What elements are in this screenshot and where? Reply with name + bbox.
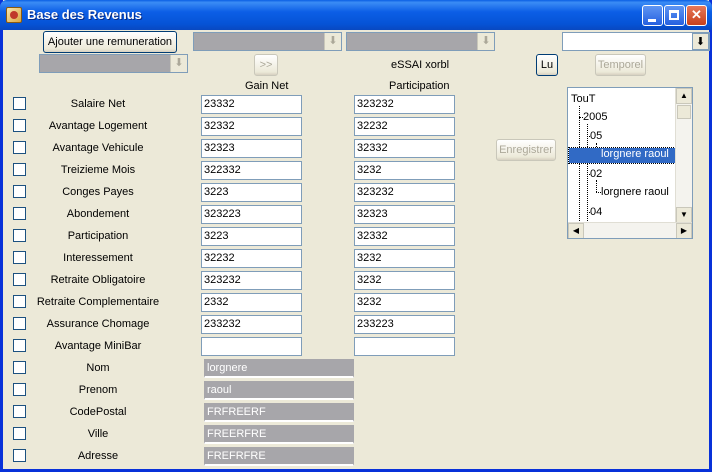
gain-net-field[interactable]: 23332	[201, 95, 302, 114]
lu-button[interactable]: Lu	[536, 54, 558, 76]
row-label: Salaire Net	[70, 98, 126, 110]
tree-node-root[interactable]: TouT	[571, 93, 595, 105]
close-icon[interactable]: ✕	[686, 5, 707, 26]
participation-field[interactable]: 3232	[354, 161, 455, 180]
tree-node-month[interactable]: 04	[590, 206, 602, 218]
tree-connector	[579, 106, 580, 221]
row-label: Interessement	[63, 252, 133, 264]
row-label: Conges Payes	[62, 186, 134, 198]
tree-node-person-selected[interactable]: lorgnere raoul	[568, 147, 690, 164]
vertical-scrollbar[interactable]: ▲ ▼	[675, 88, 692, 223]
tree-node-person[interactable]: lorgnere raoul	[601, 186, 669, 198]
participation-field[interactable]: 233223	[354, 315, 455, 334]
combo-4[interactable]	[39, 54, 188, 73]
row-label: Abondement	[66, 208, 130, 220]
gain-net-field[interactable]: 3223	[201, 183, 302, 202]
minimize-icon[interactable]	[642, 5, 663, 26]
main-window: Base des Revenus ✕ Ajouter une remunerat…	[0, 0, 712, 472]
download-arrow-icon[interactable]	[692, 33, 709, 50]
scroll-left-icon[interactable]: ◀	[568, 223, 584, 238]
participation-field[interactable]: 323232	[354, 95, 455, 114]
row-label: Ville	[87, 428, 109, 440]
gain-net-field[interactable]: 3223	[201, 227, 302, 246]
download-arrow-icon[interactable]	[170, 55, 187, 72]
participation-field[interactable]: 3232	[354, 293, 455, 312]
row-label: Nom	[86, 362, 110, 374]
row-label: Treizieme Mois	[60, 164, 136, 176]
participation-field[interactable]: 3232	[354, 271, 455, 290]
ville-field[interactable]: FREERFRE	[204, 425, 354, 444]
participation-field[interactable]: 323232	[354, 183, 455, 202]
scroll-thumb[interactable]	[677, 105, 691, 119]
row-label: Retraite Complementaire	[36, 296, 160, 308]
next-button[interactable]: >>	[254, 54, 278, 76]
download-arrow-icon[interactable]	[324, 33, 341, 50]
enregistrer-button[interactable]: Enregistrer	[496, 139, 556, 161]
gain-net-field[interactable]: 32332	[201, 117, 302, 136]
participation-field[interactable]: 32323	[354, 205, 455, 224]
tree-connector	[587, 124, 588, 221]
combo-2[interactable]	[346, 32, 495, 51]
gain-net-field[interactable]: 233232	[201, 315, 302, 334]
temporel-button[interactable]: Temporel	[595, 54, 646, 76]
date-tree-view[interactable]: TouT 2005 05 lorgnere raoul 02 lorgnere …	[567, 87, 693, 239]
participation-header: Participation	[389, 80, 450, 92]
participation-field[interactable]	[354, 337, 455, 356]
gain-net-field[interactable]: 323223	[201, 205, 302, 224]
scroll-up-icon[interactable]: ▲	[676, 88, 692, 104]
gain-net-field[interactable]: 2332	[201, 293, 302, 312]
gain-net-header: Gain Net	[245, 80, 289, 92]
row-label: Prenom	[78, 384, 118, 396]
add-remuneration-button[interactable]: Ajouter une remuneration	[43, 31, 177, 53]
form-content: Ajouter une remuneration >> eSSAI xorbl …	[3, 30, 710, 469]
row-label: Retraite Obligatoire	[50, 274, 146, 286]
window-title: Base des Revenus	[27, 7, 142, 22]
horizontal-scrollbar[interactable]: ◀ ▶	[568, 222, 692, 238]
row-label: Avantage MiniBar	[54, 340, 142, 352]
nom-field[interactable]: lorgnere	[204, 359, 354, 378]
row-label: Adresse	[77, 450, 119, 462]
participation-field[interactable]: 32332	[354, 139, 455, 158]
tree-node-year[interactable]: 2005	[583, 111, 607, 123]
gain-net-field[interactable]: 32232	[201, 249, 302, 268]
row-label: Avantage Logement	[48, 120, 148, 132]
essai-label: eSSAI xorbl	[391, 59, 450, 71]
tree-node-month[interactable]: 02	[590, 168, 602, 180]
codepostal-field[interactable]: FRFREERF	[204, 403, 354, 422]
row-label: Avantage Vehicule	[52, 142, 144, 154]
maximize-icon[interactable]	[664, 5, 685, 26]
participation-field[interactable]: 32332	[354, 227, 455, 246]
app-icon	[6, 7, 22, 23]
title-bar[interactable]: Base des Revenus ✕	[0, 0, 712, 30]
gain-net-field[interactable]: 323232	[201, 271, 302, 290]
gain-net-field[interactable]	[201, 337, 302, 356]
gain-net-field[interactable]: 32323	[201, 139, 302, 158]
row-label: Assurance Chomage	[46, 318, 150, 330]
adresse-field[interactable]: FREFRFRE	[204, 447, 354, 466]
row-label: Participation	[67, 230, 129, 242]
combo-1[interactable]	[193, 32, 342, 51]
participation-field[interactable]: 3232	[354, 249, 455, 268]
download-arrow-icon[interactable]	[477, 33, 494, 50]
participation-field[interactable]: 32232	[354, 117, 455, 136]
scroll-down-icon[interactable]: ▼	[676, 207, 692, 223]
prenom-field[interactable]: raoul	[204, 381, 354, 400]
tree-node-month[interactable]: 05	[590, 130, 602, 142]
combo-3[interactable]	[562, 32, 710, 51]
gain-net-field[interactable]: 322332	[201, 161, 302, 180]
row-label: CodePostal	[69, 406, 127, 418]
scroll-right-icon[interactable]: ▶	[676, 223, 692, 238]
tree-connector	[596, 180, 597, 192]
